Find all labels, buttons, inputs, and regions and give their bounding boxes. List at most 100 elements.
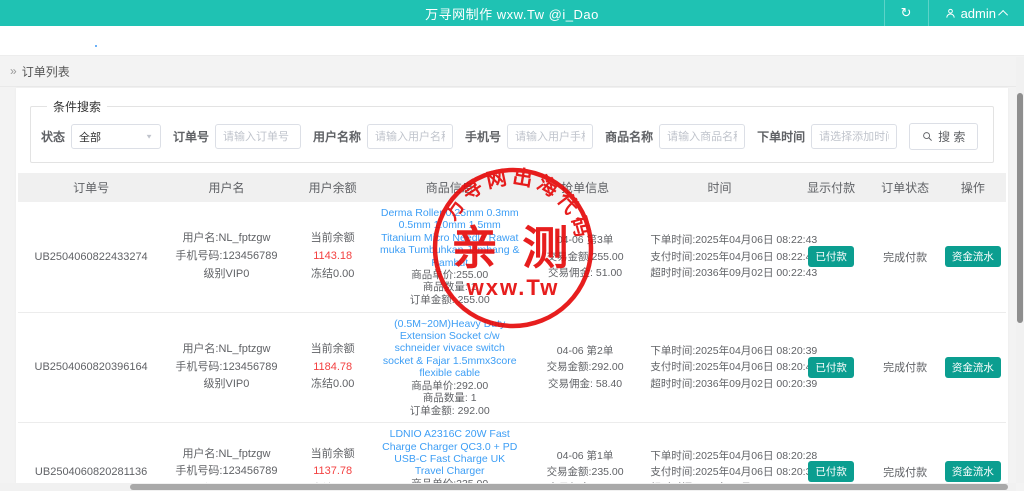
cell-show-pay: 已付款: [792, 241, 871, 272]
frozen-line: 冻结0.00: [310, 378, 355, 391]
nav-tab[interactable]: [79, 35, 81, 47]
user-menu[interactable]: admin: [927, 0, 1024, 26]
user-level-text: 级别VIP0: [203, 267, 250, 280]
user-phone-text: 手机号码:123456789: [175, 360, 278, 373]
search-button-label: 搜 索: [938, 130, 966, 144]
nav-tab[interactable]: [207, 35, 209, 47]
vertical-scrollbar-thumb[interactable]: [1017, 93, 1023, 323]
nav-tab[interactable]: [191, 35, 193, 47]
chevron-up-icon: [998, 9, 1009, 20]
cell-order-no: UB2504060820396164: [18, 356, 164, 378]
cell-balance: 当前余额1137.78 冻结0.00: [289, 441, 377, 483]
orders-table: 订单号 用户名 用户余额 商品信息 抢单信息 时间 显示付款 订单状态 操作 U…: [18, 173, 1006, 483]
nav-tab[interactable]: [175, 35, 177, 47]
nav-tab[interactable]: [223, 35, 225, 47]
product-link[interactable]: (0.5M~20M)Heavy Duty Extension Socket c/…: [380, 318, 520, 380]
search-field-label: 商品名称: [605, 130, 654, 144]
nav-tab[interactable]: [255, 35, 257, 47]
product-link[interactable]: Derma Roller 0.25mm 0.3mm 0.5mm 1.0mm 1.…: [380, 207, 520, 269]
fund-flow-button[interactable]: 资金流水: [944, 461, 1001, 483]
grab-seq: 04-06 第2单: [556, 345, 614, 358]
cell-time: 下单时间:2025年04月06日 08:20:28 支付时间:2025年04月0…: [647, 443, 817, 483]
order-number: UB2504060820281136: [34, 465, 148, 478]
search-fieldset: 条件搜索 状态 全部 ▼ 订单号 用户名称 手机号 商品: [30, 98, 994, 163]
refresh-button[interactable]: ↻: [883, 0, 928, 26]
col-show-pay: 显示付款: [807, 181, 856, 195]
nav-tab[interactable]: [159, 35, 161, 47]
search-field-label: 手机号: [465, 130, 502, 144]
nav-tab[interactable]: [143, 35, 145, 47]
fund-flow-button[interactable]: 资金流水: [944, 246, 1001, 268]
grab-amount: 交易金额:292.00: [546, 361, 624, 374]
grab-seq: 04-06 第1单: [556, 449, 614, 462]
search-button[interactable]: 搜 索: [909, 123, 979, 150]
status-label: 状态: [41, 130, 66, 144]
nav-tab[interactable]: [95, 35, 97, 47]
cell-actions: 资金流水: [940, 241, 1006, 272]
paid-button[interactable]: 已付款: [808, 246, 854, 268]
cell-balance: 当前余额 1184.78 冻结0.00: [289, 336, 377, 399]
cell-product: LDNIO A2316C 20W Fast Charge Charger QC3…: [377, 423, 523, 483]
table-row: UB2504060822433274 用户名:NL_fptzgw 手机号码:12…: [18, 202, 1006, 313]
search-form: 状态 全部 ▼ 订单号 用户名称 手机号 商品名称: [41, 123, 983, 150]
horizontal-scrollbar[interactable]: [0, 483, 1016, 491]
product-qty: 商品数量: 1: [422, 281, 477, 294]
col-actions: 操作: [960, 181, 985, 195]
search-field: 手机号: [465, 124, 594, 149]
refresh-icon: ↻: [900, 5, 912, 20]
nav-tab[interactable]: [239, 35, 241, 47]
search-field-input[interactable]: [659, 124, 746, 149]
horizontal-scrollbar-thumb[interactable]: [130, 484, 1008, 490]
cell-product: (0.5M~20M)Heavy Duty Extension Socket c/…: [377, 313, 523, 423]
status-select[interactable]: 全部 ▼: [71, 124, 162, 149]
search-field-input[interactable]: [215, 124, 302, 149]
nav-tab[interactable]: [63, 35, 65, 47]
cell-order-state: 完成付款: [871, 244, 940, 270]
search-icon: [923, 132, 933, 141]
balance-value: 1137.78: [313, 465, 353, 478]
cell-balance: 当前余额 1143.18 冻结0.00: [289, 225, 377, 288]
cell-show-pay: 已付款: [792, 352, 871, 383]
balance-line: 当前余额 1143.18: [292, 230, 374, 265]
nav-tab[interactable]: [127, 35, 129, 47]
col-order-no: 订单号: [73, 181, 110, 195]
chevron-down-icon: ▼: [145, 132, 154, 141]
cell-show-pay: 已付款: [792, 456, 871, 483]
table-row: UB2504060820281136 用户名:NL_fptzgw 手机号码:12…: [18, 423, 1006, 483]
cell-actions: 资金流水: [940, 456, 1006, 483]
product-price: 商品单价:255.00: [411, 268, 489, 281]
balance-label: 当前余额: [310, 447, 355, 460]
balance-label: 当前余额: [310, 343, 355, 356]
product-link[interactable]: LDNIO A2316C 20W Fast Charge Charger QC3…: [380, 428, 520, 478]
nav-tab[interactable]: [111, 35, 113, 47]
search-field-input[interactable]: [811, 124, 898, 149]
paid-button[interactable]: 已付款: [808, 461, 854, 483]
nav-tab[interactable]: [31, 35, 33, 47]
cell-actions: 资金流水: [940, 352, 1006, 383]
grab-amount: 交易金额:255.00: [546, 250, 624, 263]
paid-button[interactable]: 已付款: [808, 356, 854, 378]
search-field-input[interactable]: [367, 124, 454, 149]
user-name: admin: [960, 5, 996, 21]
user-phone-text: 手机号码:123456789: [175, 250, 278, 263]
col-username: 用户名: [208, 181, 245, 195]
main-nav: [0, 26, 1024, 56]
cell-grab-info: 04-06 第3单 交易金额:255.00 交易佣金: 51.00: [523, 227, 647, 286]
topbar: 万寻网制作 wxw.Tw @i_Dao ↻ admin: [0, 0, 1024, 26]
search-field: 下单时间: [757, 124, 898, 149]
balance-value: 1143.18: [313, 250, 353, 263]
nav-tab[interactable]: [15, 35, 17, 47]
search-field-input[interactable]: [507, 124, 594, 149]
breadcrumb-arrow-icon: »: [10, 64, 17, 78]
fund-flow-button[interactable]: 资金流水: [944, 356, 1001, 378]
cell-user: 用户名:NL_fptzgw 手机号码:123456789 级别VIP0: [164, 441, 288, 483]
search-field-label: 用户名称: [313, 130, 362, 144]
nav-tab[interactable]: [47, 35, 49, 47]
table-row: UB2504060820396164 用户名:NL_fptzgw 手机号码:12…: [18, 313, 1006, 424]
cell-order-state: 完成付款: [871, 354, 940, 380]
col-order-state: 订单状态: [881, 181, 930, 195]
vertical-scrollbar[interactable]: [1016, 57, 1024, 483]
search-field-label: 下单时间: [757, 130, 806, 144]
search-legend: 条件搜索: [53, 100, 102, 114]
table-header-row: 订单号 用户名 用户余额 商品信息 抢单信息 时间 显示付款 订单状态 操作: [18, 173, 1006, 202]
